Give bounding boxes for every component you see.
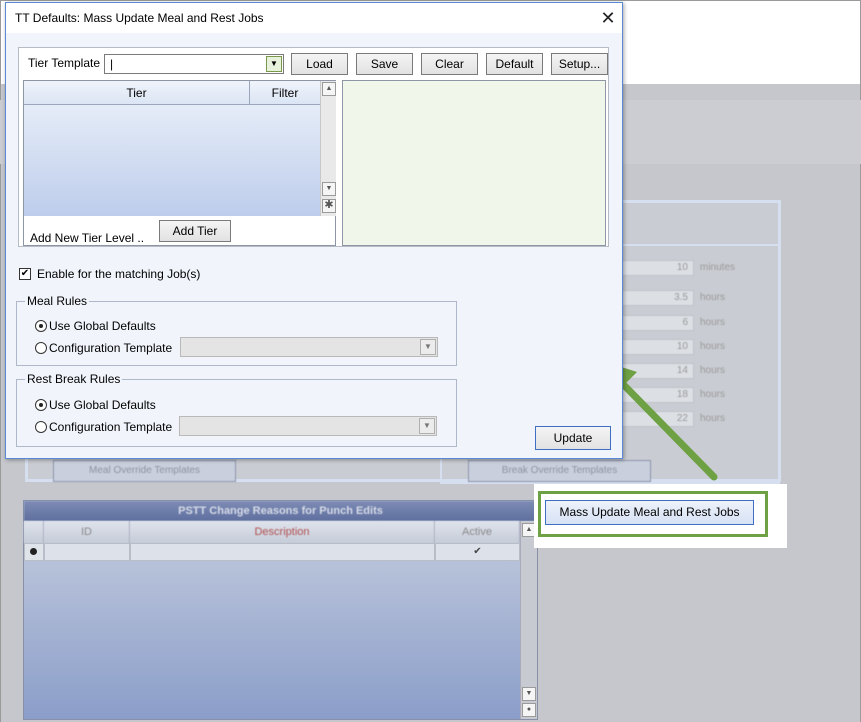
bg-field-unit: hours [700, 317, 726, 328]
new-row-icon[interactable]: ✱ [322, 199, 336, 213]
rest-use-global-radio[interactable] [35, 399, 47, 411]
add-tier-button[interactable]: Add Tier [159, 220, 231, 242]
break-override-templates-button[interactable]: Break Override Templates [468, 460, 651, 482]
scroll-up-icon[interactable]: ▲ [322, 82, 336, 96]
tier-col-header[interactable]: Tier [24, 81, 250, 105]
new-row-icon[interactable]: ● [522, 703, 536, 717]
enable-label: Enable for the matching Job(s) [37, 267, 201, 281]
default-button[interactable]: Default [486, 53, 543, 75]
bg-field-value[interactable]: 3.5 [620, 290, 694, 306]
rest-break-rules-legend: Rest Break Rules [25, 372, 123, 386]
bg-field-unit: hours [700, 389, 726, 400]
bg-field-value[interactable]: 10 [620, 260, 694, 276]
meal-config-template-radio[interactable] [35, 342, 47, 354]
tier-grid-body[interactable] [24, 105, 320, 216]
chevron-down-icon[interactable]: ▼ [266, 56, 282, 72]
chevron-down-icon[interactable]: ▼ [419, 418, 435, 434]
rest-use-global-label: Use Global Defaults [49, 398, 156, 412]
meal-rules-legend: Meal Rules [25, 294, 90, 308]
tier-template-label: Tier Template [28, 56, 101, 70]
clear-button[interactable]: Clear [421, 53, 478, 75]
setup-button[interactable]: Setup... [551, 53, 608, 75]
bg-field-unit: hours [700, 292, 726, 303]
filter-col-header[interactable]: Filter [250, 81, 320, 105]
bg-field-unit: minutes [700, 262, 736, 273]
change-reasons-grid: PSTT Change Reasons for Punch Edits ID D… [23, 500, 538, 720]
grid-row-header [24, 521, 44, 543]
bg-field-value[interactable]: 10 [620, 339, 694, 355]
tier-template-combo[interactable]: | ▼ [104, 54, 284, 74]
meal-rules-group: Meal Rules Use Global Defaults Configura… [16, 294, 457, 366]
bg-field-value[interactable]: 22 [620, 411, 694, 427]
grid-cell-active[interactable]: ✔ [435, 543, 520, 561]
meal-use-global-label: Use Global Defaults [49, 319, 156, 333]
grid-cell-id[interactable] [44, 543, 130, 561]
tier-grid-scrollbar[interactable]: ▲ ▼ ✱ [320, 81, 336, 216]
enable-checkbox[interactable]: ✔ [19, 268, 31, 280]
chevron-down-icon[interactable]: ▼ [420, 339, 436, 355]
grid-title: PSTT Change Reasons for Punch Edits [24, 501, 537, 521]
bg-field-value[interactable]: 14 [620, 363, 694, 379]
save-button[interactable]: Save [356, 53, 413, 75]
add-new-tier-label: Add New Tier Level .. [30, 231, 145, 245]
mass-update-meal-rest-jobs-button[interactable]: Mass Update Meal and Rest Jobs [545, 500, 754, 525]
grid-row-selector[interactable] [24, 543, 44, 561]
tier-template-input[interactable]: | [110, 57, 113, 71]
bg-field-value[interactable]: 6 [620, 315, 694, 331]
meal-config-template-label: Configuration Template [49, 341, 173, 355]
dialog-title: TT Defaults: Mass Update Meal and Rest J… [6, 3, 622, 33]
grid-col-id[interactable]: ID [44, 521, 130, 543]
bg-field-value[interactable]: 18 [620, 387, 694, 403]
grid-col-active[interactable]: Active [435, 521, 520, 543]
meal-config-template-combo[interactable]: ▼ [180, 337, 438, 357]
scroll-down-icon[interactable]: ▼ [322, 182, 336, 196]
scroll-down-icon[interactable]: ▼ [522, 687, 536, 701]
rest-break-rules-group: Rest Break Rules Use Global Defaults Con… [16, 372, 457, 447]
meal-use-global-radio[interactable] [35, 320, 47, 332]
bg-field-unit: hours [700, 413, 726, 424]
bg-field-unit: hours [700, 365, 726, 376]
tier-detail-pane[interactable] [342, 80, 606, 246]
close-icon[interactable]: ✕ [598, 8, 618, 28]
row-marker-icon [30, 548, 37, 555]
grid-cell-description[interactable] [130, 543, 435, 561]
grid-col-description[interactable]: Description [130, 521, 435, 543]
rest-config-template-combo[interactable]: ▼ [179, 416, 437, 436]
bg-field-unit: hours [700, 341, 726, 352]
rest-config-template-radio[interactable] [35, 421, 47, 433]
grid-scrollbar[interactable]: ▲ ▼ ● [520, 521, 537, 719]
mass-update-dialog: TT Defaults: Mass Update Meal and Rest J… [5, 2, 623, 459]
tier-template-panel: Tier Template | ▼ Load Save Clear Defaul… [18, 47, 609, 247]
tier-grid: Tier Filter ▲ ▼ ✱ Add New Tier Level .. … [23, 80, 336, 246]
update-button[interactable]: Update [535, 426, 611, 450]
rest-config-template-label: Configuration Template [49, 420, 173, 434]
meal-override-templates-button[interactable]: Meal Override Templates [53, 460, 236, 482]
load-button[interactable]: Load [291, 53, 348, 75]
